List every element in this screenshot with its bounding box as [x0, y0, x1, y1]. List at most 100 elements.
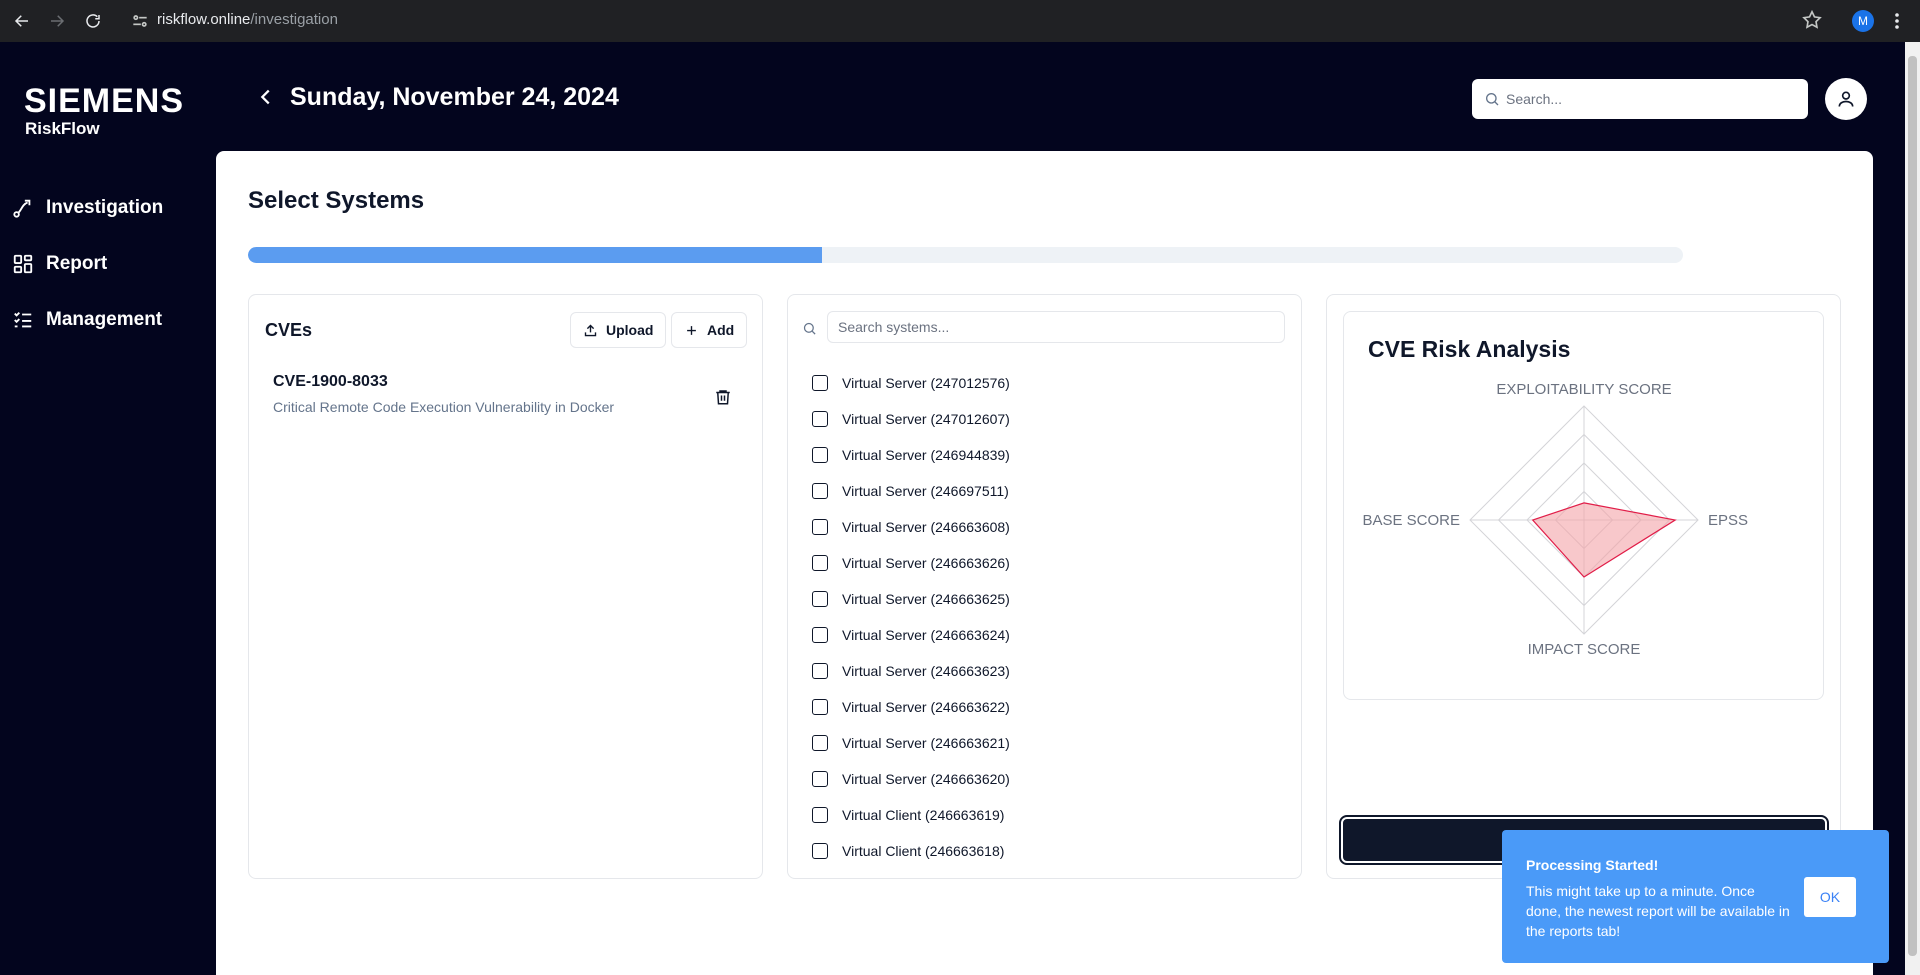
system-row[interactable]: Virtual Server (246663608): [812, 509, 1010, 545]
grid-icon: [13, 254, 33, 274]
browser-menu-icon[interactable]: [1887, 9, 1907, 33]
system-label: Virtual Server (246697511): [842, 483, 1009, 499]
system-checkbox[interactable]: [812, 699, 828, 715]
search-input[interactable]: [1506, 91, 1796, 107]
radar-axis-label: EPSS: [1708, 512, 1748, 529]
system-checkbox[interactable]: [812, 519, 828, 535]
user-menu-button[interactable]: [1825, 78, 1867, 120]
sidebar-item-label: Investigation: [46, 197, 164, 218]
system-checkbox[interactable]: [812, 375, 828, 391]
back-arrow-icon[interactable]: [10, 9, 34, 33]
trash-icon[interactable]: [714, 388, 732, 406]
scrollbar-thumb[interactable]: [1908, 56, 1917, 956]
system-checkbox[interactable]: [812, 483, 828, 499]
browser-profile-avatar[interactable]: M: [1852, 10, 1874, 32]
add-label: Add: [707, 322, 735, 338]
system-row[interactable]: Virtual Server (246663623): [812, 653, 1010, 689]
page-title: Select Systems: [248, 187, 425, 214]
back-button[interactable]: [255, 86, 277, 108]
toast-ok-button[interactable]: OK: [1804, 877, 1856, 917]
system-checkbox[interactable]: [812, 447, 828, 463]
sidebar-item-management[interactable]: Management: [12, 292, 163, 348]
system-label: Virtual Server (246663608): [842, 519, 1010, 535]
system-row[interactable]: Virtual Server (247012607): [812, 401, 1010, 437]
list-checks-icon: [14, 312, 32, 328]
system-label: Virtual Server (247012607): [842, 411, 1010, 427]
route-icon: [13, 199, 31, 218]
system-label: Virtual Server (247012576): [842, 375, 1010, 391]
site-settings-icon[interactable]: [130, 11, 150, 31]
system-checkbox[interactable]: [812, 663, 828, 679]
system-label: Virtual Server (246663620): [842, 771, 1010, 787]
system-label: Virtual Server (246663626): [842, 555, 1010, 571]
system-row[interactable]: Virtual Server (246697511): [812, 473, 1010, 509]
system-label: Virtual Client (246663618): [842, 843, 1005, 859]
cve-id: CVE-1900-8033: [273, 373, 388, 390]
radar-axis-label: EXPLOITABILITY SCORE: [1496, 381, 1671, 398]
browser-toolbar: riskflow.online/investigation M: [0, 0, 1920, 42]
system-row[interactable]: Virtual Server (246663626): [812, 545, 1010, 581]
system-label: Virtual Server (246663623): [842, 663, 1010, 679]
system-label: Virtual Client (246663619): [842, 807, 1005, 823]
search-icon: [802, 321, 817, 336]
cve-list-item[interactable]: CVE-1900-8033 Critical Remote Code Execu…: [273, 373, 743, 415]
url-host: riskflow.online: [157, 11, 251, 28]
cve-description: Critical Remote Code Execution Vulnerabi…: [273, 399, 615, 415]
system-label: Virtual Server (246663624): [842, 627, 1010, 643]
user-icon: [1838, 91, 1854, 107]
radar-axis-label: IMPACT SCORE: [1528, 641, 1641, 658]
system-label: Virtual Server (246663625): [842, 591, 1010, 607]
page-scrollbar[interactable]: [1905, 42, 1920, 975]
risk-radar-chart: EXPLOITABILITY SCORE EPSS IMPACT SCORE BASE…: [1362, 381, 1748, 658]
upload-button[interactable]: Upload: [570, 312, 667, 348]
system-checkbox[interactable]: [812, 591, 828, 607]
cves-panel: CVEs Upload Add CVE-1900-8033 Critical R…: [248, 294, 763, 879]
system-label: Virtual Server (246944839): [842, 447, 1010, 463]
system-label: Virtual Server (246663622): [842, 699, 1010, 715]
page-date: Sunday, November 24, 2024: [290, 83, 619, 111]
sidebar-item-report[interactable]: Report: [12, 236, 163, 292]
system-row[interactable]: Virtual Server (246663621): [812, 725, 1010, 761]
system-checkbox[interactable]: [812, 627, 828, 643]
risk-panel: CVE Risk Analysis EXPLOITABILITY SCORE EP…: [1326, 294, 1841, 879]
chevron-left-icon: [260, 89, 270, 105]
system-row[interactable]: Virtual Server (246663620): [812, 761, 1010, 797]
forward-arrow-icon[interactable]: [45, 9, 69, 33]
siemens-logo: SIEMENS: [24, 82, 185, 120]
radar-axis-label: BASE SCORE: [1362, 512, 1460, 529]
sidebar-nav: Investigation Report Management: [12, 180, 163, 348]
system-checkbox[interactable]: [812, 735, 828, 751]
brand[interactable]: SIEMENS RiskFlow: [24, 84, 184, 139]
systems-list: Virtual Server (247012576) Virtual Server…: [812, 365, 1010, 869]
systems-search-input[interactable]: [827, 311, 1285, 343]
system-checkbox[interactable]: [812, 555, 828, 571]
system-checkbox[interactable]: [812, 411, 828, 427]
plus-icon: [687, 325, 696, 335]
system-row[interactable]: Virtual Server (246663624): [812, 617, 1010, 653]
system-row[interactable]: Virtual Server (246663622): [812, 689, 1010, 725]
reload-icon[interactable]: [81, 9, 105, 33]
add-cve-button[interactable]: Add: [671, 312, 748, 348]
sidebar-item-label: Report: [46, 253, 108, 274]
system-checkbox[interactable]: [812, 771, 828, 787]
radar-series-area: [1531, 502, 1677, 578]
system-checkbox[interactable]: [812, 807, 828, 823]
product-name: RiskFlow: [25, 119, 100, 138]
bookmark-star-icon[interactable]: [1801, 9, 1825, 33]
global-search[interactable]: [1472, 79, 1808, 119]
toast-title: Processing Started!: [1526, 857, 1659, 873]
system-checkbox[interactable]: [812, 843, 828, 859]
sidebar-item-investigation[interactable]: Investigation: [12, 180, 163, 236]
system-row[interactable]: Virtual Client (246663618): [812, 833, 1010, 869]
url-path: /investigation: [250, 11, 338, 28]
risk-analysis-card: CVE Risk Analysis EXPLOITABILITY SCORE EP…: [1343, 311, 1824, 700]
address-bar[interactable]: riskflow.online/investigation: [157, 11, 338, 28]
upload-label: Upload: [606, 322, 654, 338]
systems-panel: Virtual Server (247012576) Virtual Server…: [787, 294, 1302, 879]
system-row[interactable]: Virtual Server (246944839): [812, 437, 1010, 473]
system-row[interactable]: Virtual Client (246663619): [812, 797, 1010, 833]
progress-fill: [248, 247, 822, 263]
system-row[interactable]: Virtual Server (246663625): [812, 581, 1010, 617]
cves-title: CVEs: [265, 320, 313, 340]
system-row[interactable]: Virtual Server (247012576): [812, 365, 1010, 401]
